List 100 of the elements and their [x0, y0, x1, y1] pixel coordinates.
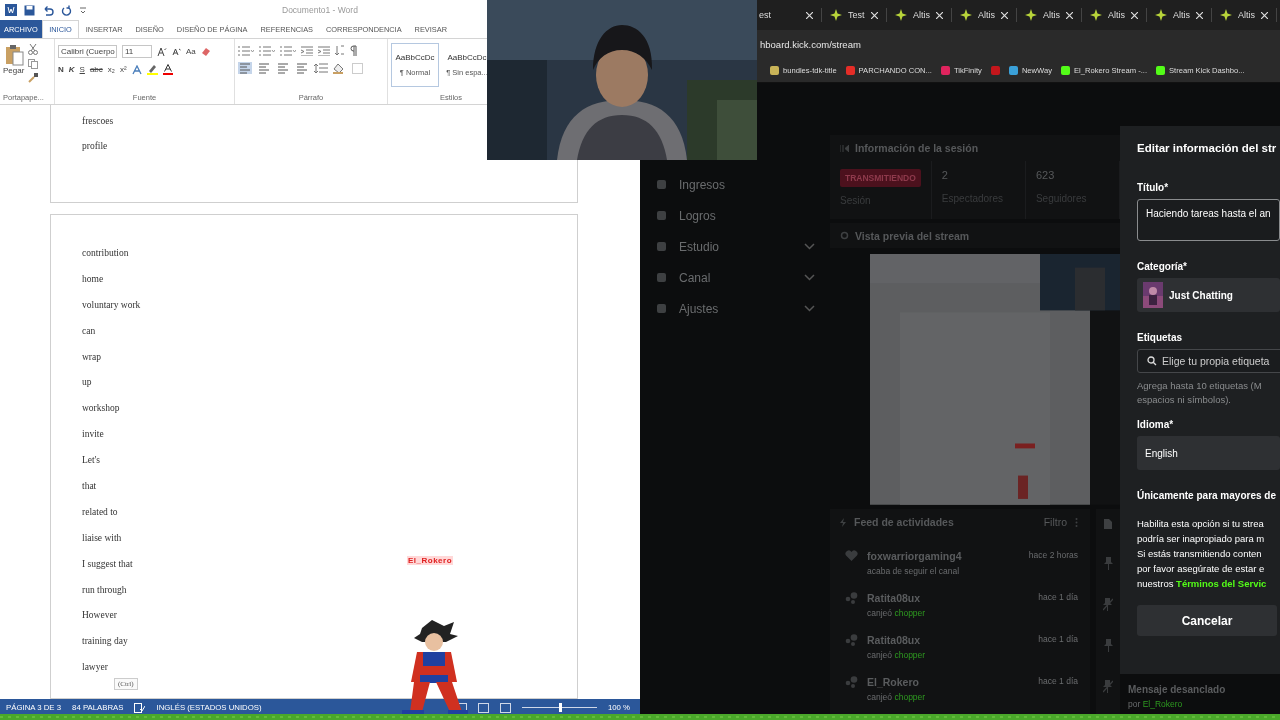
close-icon[interactable] [1196, 11, 1203, 19]
browser-tab[interactable]: Altis [887, 8, 952, 22]
coins-icon [845, 676, 858, 688]
eraser-icon[interactable] [200, 46, 211, 57]
document-line: contribution [82, 248, 129, 259]
address-bar[interactable]: hboard.kick.com/stream [760, 38, 861, 50]
align-icon[interactable] [276, 62, 290, 74]
tag-search-field[interactable]: Elige tu propia etiqueta [1137, 349, 1280, 373]
shrink-font-icon[interactable] [172, 47, 181, 56]
view-icon[interactable] [499, 702, 511, 713]
sidebar-item[interactable]: Ajustes [656, 301, 830, 316]
document-line: lawyer [82, 662, 108, 674]
format-button[interactable]: N [58, 65, 64, 74]
browser-tab[interactable]: Test [822, 8, 887, 22]
mature-notice: Habilita esta opción si tu strea podría ser inapropiado para m Si estás transmitiendo conten por favor asegúrate de estar e nuestros Términos del Servic [1137, 517, 1268, 591]
text-effect-icon[interactable] [131, 64, 142, 75]
menu-glyph-icon [656, 241, 667, 252]
browser-tab[interactable]: Altis [1212, 8, 1277, 22]
document-line: I suggest that [82, 558, 133, 570]
search-icon [1147, 356, 1157, 366]
cut-icon[interactable] [28, 44, 39, 55]
sidebar-item[interactable]: Logros [656, 208, 830, 223]
save-icon[interactable] [24, 4, 35, 16]
close-icon[interactable] [1001, 11, 1008, 19]
paste-button[interactable]: Pegar [3, 42, 25, 93]
browser-tab[interactable]: Altis [952, 8, 1017, 22]
session-icon [840, 144, 849, 152]
menu-glyph-icon [656, 210, 667, 221]
browser-tab[interactable]: Altis [1147, 8, 1212, 22]
document-line: workshop [82, 403, 120, 415]
feed-action: canjeó chopper [867, 650, 927, 660]
card-title: Vista previa del stream [855, 229, 970, 242]
coins-icon [845, 592, 858, 604]
heart-icon [845, 550, 858, 562]
terms-link[interactable]: Términos del Servic [1176, 578, 1267, 589]
format-button[interactable]: abc [89, 65, 103, 74]
category-field[interactable]: Just Chatting [1137, 278, 1280, 312]
indent-icon[interactable] [318, 45, 330, 56]
line-spacing-icon[interactable] [314, 62, 328, 74]
browser-tab[interactable]: Altis [1082, 8, 1147, 22]
font-size-field[interactable]: 11 [122, 45, 152, 58]
stat-value: 623 [1035, 169, 1055, 183]
feed-time: hace 1 día [1038, 676, 1078, 686]
font-name-field[interactable]: Calibri (Cuerpo [58, 45, 117, 58]
undo-icon[interactable] [42, 4, 54, 16]
indent-icon[interactable] [301, 45, 313, 56]
card-title: Información de la sesión [855, 142, 979, 154]
align-icon[interactable] [257, 62, 271, 74]
format-button[interactable]: S [79, 65, 85, 74]
document-line: home [82, 273, 104, 285]
document-line: can [82, 325, 96, 337]
align-icon[interactable] [295, 62, 309, 74]
document-line: wrap [82, 351, 101, 363]
format-button[interactable]: K [68, 65, 75, 74]
close-icon[interactable] [1131, 11, 1138, 19]
feed-action: canjeó chopper [867, 608, 927, 618]
sort-icon[interactable] [335, 45, 345, 56]
close-icon[interactable] [1261, 11, 1268, 19]
pinned-author: por El_Rokero [1128, 699, 1184, 709]
change-case-button[interactable]: Aa [186, 47, 196, 56]
bookmark-icon[interactable] [990, 65, 1000, 75]
document-line: voluntary work [82, 299, 141, 311]
redo-icon[interactable] [61, 4, 72, 16]
document-line: liaise with [82, 532, 122, 544]
feed-username: Ratita08ux [867, 634, 922, 646]
document-line: profile [82, 141, 108, 152]
stat-value: 2 [941, 169, 948, 183]
note-icon [1104, 519, 1112, 529]
highlighter-icon[interactable] [146, 64, 158, 75]
pinned-title: Mensaje desanclado [1128, 684, 1227, 695]
format-button[interactable]: x² [119, 65, 127, 74]
proofing-icon[interactable] [134, 702, 146, 713]
pilcrow-icon[interactable] [350, 45, 358, 56]
grow-font-icon[interactable] [157, 46, 167, 57]
document-line: However [82, 610, 117, 622]
sidebar-item[interactable]: Ingresos [656, 177, 830, 192]
customize-icon[interactable] [79, 6, 87, 14]
sidebar-item[interactable]: Estudio [656, 239, 830, 254]
document-line: frescoes [82, 116, 114, 127]
format-button[interactable]: x₂ [107, 65, 115, 74]
brush-icon[interactable] [28, 73, 39, 83]
dialog-title: Editar información del str [1137, 142, 1278, 154]
feed-time: hace 1 día [1038, 592, 1078, 602]
field-label: Título* [1137, 182, 1170, 193]
close-icon[interactable] [806, 11, 813, 19]
close-icon[interactable] [1066, 11, 1073, 19]
feed-username: El_Rokero [867, 676, 920, 688]
hint-text: Agrega hasta 10 etiquetas (M espacios ni símbolos). [1137, 379, 1263, 407]
font-color-icon[interactable] [162, 64, 173, 75]
sidebar-item[interactable]: Canal [656, 270, 830, 285]
title-field[interactable]: Haciendo tareas hasta el an [1137, 199, 1280, 241]
browser-tab[interactable]: Altis [1017, 8, 1082, 22]
view-icon[interactable] [477, 702, 489, 713]
close-icon[interactable] [871, 11, 878, 19]
card-title: Feed de actividades [854, 516, 954, 528]
feed-username: foxwarriorgaming4 [867, 550, 963, 562]
camera-icon [840, 231, 849, 241]
language-dropdown[interactable]: English [1137, 436, 1280, 470]
close-icon[interactable] [936, 11, 943, 19]
cancel-button[interactable]: Cancelar [1137, 605, 1277, 636]
